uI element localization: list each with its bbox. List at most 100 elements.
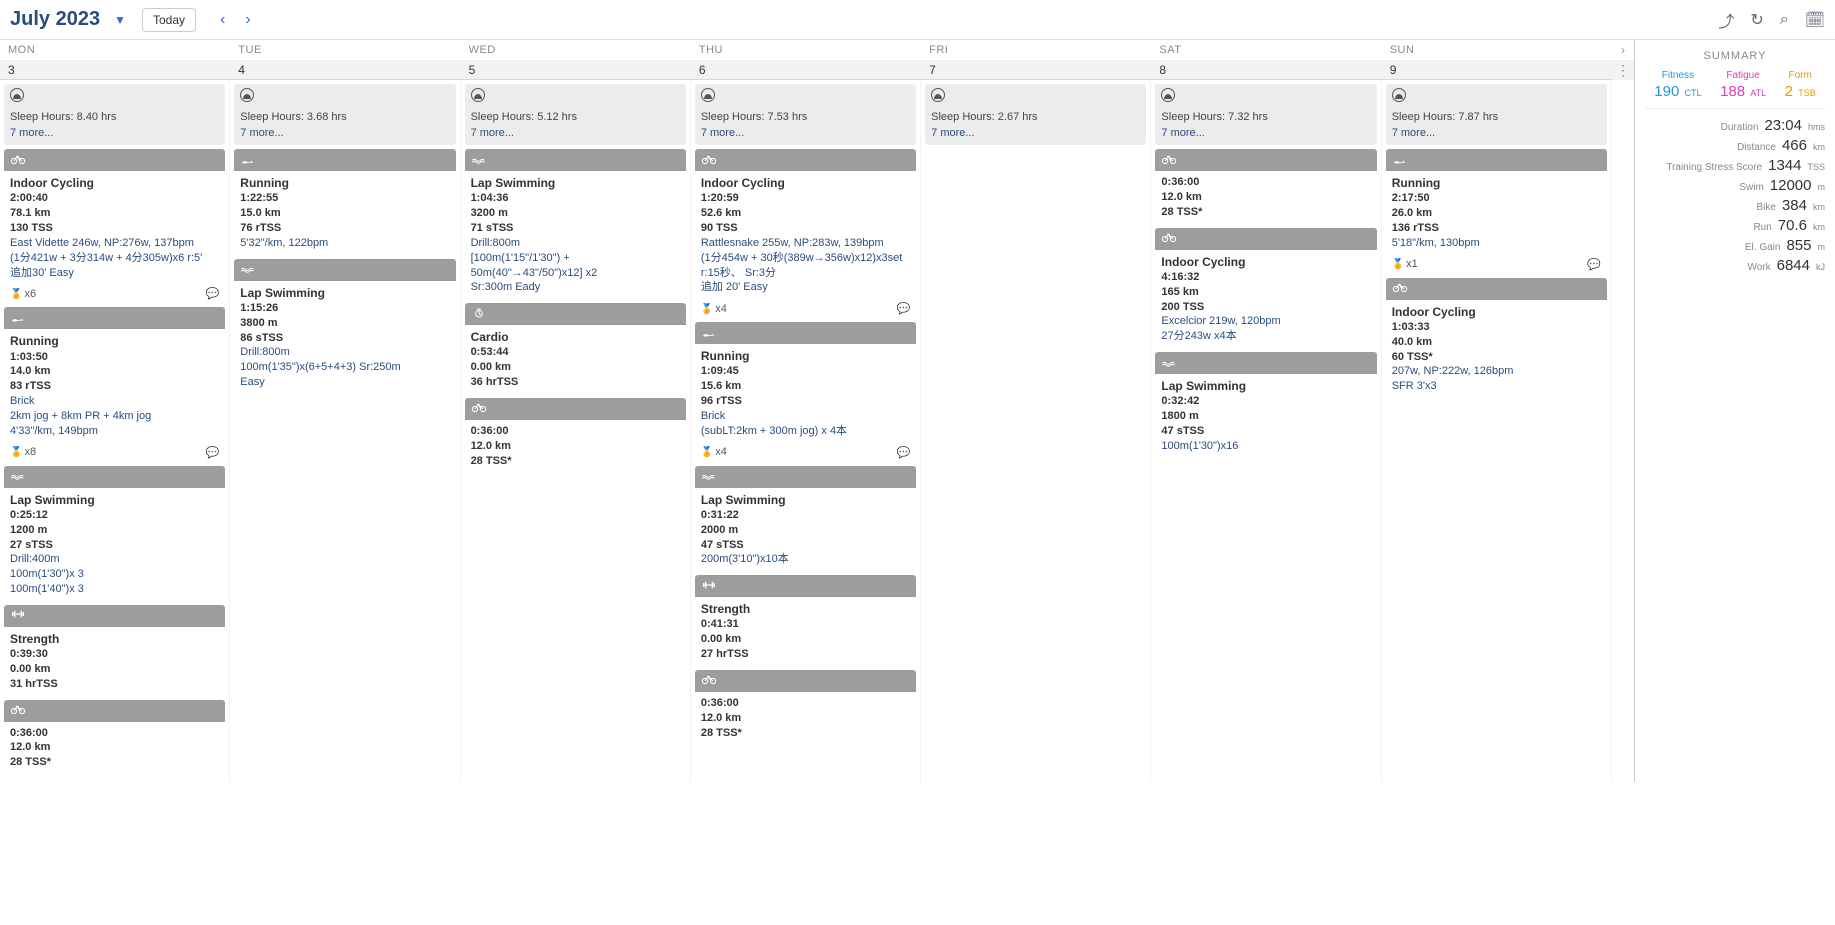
workout-card[interactable]: Indoor Cycling4:16:32165 km200 TSSExcelc… — [1155, 228, 1376, 348]
workout-card[interactable]: Lap Swimming0:32:421800 m47 sTSS100m(1'3… — [1155, 352, 1376, 458]
day-column[interactable]: Sleep Hours: 7.87 hrs7 more...Running2:1… — [1382, 80, 1612, 782]
more-metrics[interactable]: 7 more... — [931, 126, 1140, 141]
comment-icon[interactable] — [206, 446, 220, 459]
date-cell[interactable]: 4 — [230, 61, 460, 80]
more-metrics[interactable]: 7 more... — [1392, 126, 1601, 141]
workout-desc: Drill:400m — [10, 552, 219, 567]
workout-card[interactable]: 0:36:0012.0 km28 TSS* — [465, 398, 686, 473]
more-metrics[interactable]: 7 more... — [471, 126, 680, 141]
workout-card[interactable]: Lap Swimming0:25:121200 m27 sTSSDrill:40… — [4, 466, 225, 601]
search-icon[interactable]: ⌕ — [1780, 11, 1789, 29]
workout-card[interactable]: Lap Swimming1:04:363200 m71 sTSSDrill:80… — [465, 149, 686, 299]
metrics-icon — [1161, 88, 1175, 102]
metrics-card[interactable]: Sleep Hours: 5.12 hrs7 more... — [465, 84, 686, 145]
date-cell[interactable]: 5 — [461, 61, 691, 80]
summary-row-value: 12000 — [1770, 177, 1812, 194]
metrics-card[interactable]: Sleep Hours: 7.53 hrs7 more... — [695, 84, 916, 145]
awards-icon[interactable]: x4 — [701, 446, 727, 458]
expand-week-icon[interactable]: › — [1612, 40, 1634, 60]
metrics-card[interactable]: Sleep Hours: 7.32 hrs7 more... — [1155, 84, 1376, 145]
upload-icon[interactable]: ⤴ — [1718, 8, 1734, 32]
workout-card[interactable]: Indoor Cycling1:20:5952.6 km90 TSSRattle… — [695, 149, 916, 318]
workout-card[interactable]: Strength0:41:310.00 km27 hrTSS — [695, 575, 916, 666]
month-title[interactable]: July 2023 — [10, 8, 100, 31]
more-metrics[interactable]: 7 more... — [240, 126, 449, 141]
workout-tss: 86 sTSS — [240, 331, 449, 346]
summary-row: Distance466km — [1645, 137, 1825, 154]
workout-desc: Rattlesnake 255w, NP:283w, 139bpm — [701, 236, 910, 251]
comment-icon[interactable] — [1587, 258, 1601, 271]
awards-icon[interactable]: x6 — [10, 288, 36, 300]
month-dropdown-icon[interactable]: ▼ — [114, 13, 126, 27]
workout-title: Strength — [701, 601, 910, 617]
awards-icon[interactable]: x8 — [10, 446, 36, 458]
workout-card[interactable]: Running1:09:4515.6 km96 rTSSBrick(subLT:… — [695, 322, 916, 461]
day-column[interactable]: Sleep Hours: 3.68 hrs7 more...Running1:2… — [230, 80, 460, 782]
workout-card[interactable]: 0:36:0012.0 km28 TSS* — [695, 670, 916, 745]
next-arrow-icon[interactable]: › — [235, 11, 260, 29]
workout-title: Lap Swimming — [1161, 378, 1370, 394]
day-column[interactable]: Sleep Hours: 2.67 hrs7 more... — [921, 80, 1151, 782]
awards-icon[interactable]: x4 — [701, 303, 727, 315]
workout-distance: 15.0 km — [240, 206, 449, 221]
summary-row-value: 466 — [1782, 137, 1807, 154]
calendar-area: MONTUEWEDTHUFRISATSUN› 3456789⋮ Sleep Ho… — [0, 40, 1635, 782]
day-column[interactable]: Sleep Hours: 7.32 hrs7 more...0:36:0012.… — [1151, 80, 1381, 782]
workout-distance: 1800 m — [1161, 409, 1370, 424]
date-cell[interactable]: 8 — [1151, 61, 1381, 80]
workout-title: Running — [240, 175, 449, 191]
prev-arrow-icon[interactable]: ‹ — [210, 11, 235, 29]
calendar-settings-icon[interactable]: 🗓︎ — [1805, 10, 1825, 30]
day-column[interactable]: Sleep Hours: 7.53 hrs7 more...Indoor Cyc… — [691, 80, 921, 782]
workout-title: Running — [10, 333, 219, 349]
workout-desc: r:15秒、 Sr:3分 — [701, 266, 910, 281]
comment-icon[interactable] — [206, 287, 220, 300]
workout-card[interactable]: Running2:17:5026.0 km136 rTSS5'18"/km, 1… — [1386, 149, 1607, 274]
metrics-icon — [471, 88, 485, 102]
workout-card[interactable]: Strength0:39:300.00 km31 hrTSS — [4, 605, 225, 696]
workout-card[interactable]: 0:36:0012.0 km28 TSS* — [1155, 149, 1376, 224]
comment-icon[interactable] — [896, 446, 910, 459]
workout-desc: 追加 20' Easy — [701, 280, 910, 295]
week-menu-icon[interactable]: ⋮ — [1612, 61, 1634, 80]
workout-footer: x4 — [695, 299, 916, 318]
workout-card[interactable]: Running1:03:5014.0 km83 rTSSBrick2km jog… — [4, 307, 225, 461]
comment-icon[interactable] — [896, 302, 910, 315]
workout-tss: 83 rTSS — [10, 379, 219, 394]
awards-icon[interactable]: x1 — [1392, 258, 1418, 270]
refresh-icon[interactable]: ↻ — [1750, 10, 1763, 30]
workout-card[interactable]: Indoor Cycling1:03:3340.0 km60 TSS*207w,… — [1386, 278, 1607, 398]
date-cell[interactable]: 3 — [0, 61, 230, 80]
metrics-card[interactable]: Sleep Hours: 3.68 hrs7 more... — [234, 84, 455, 145]
workout-card[interactable]: Indoor Cycling2:00:4078.1 km130 TSSEast … — [4, 149, 225, 303]
metrics-card[interactable]: Sleep Hours: 7.87 hrs7 more... — [1386, 84, 1607, 145]
workout-duration: 1:15:26 — [240, 301, 449, 316]
workout-distance: 3800 m — [240, 316, 449, 331]
workout-header — [1155, 149, 1376, 171]
date-cell[interactable]: 9 — [1382, 61, 1612, 80]
workout-desc: SFR 3'x3 — [1392, 379, 1601, 394]
workout-card[interactable]: Cardio0:53:440.00 km36 hrTSS — [465, 303, 686, 394]
workout-title: Lap Swimming — [10, 492, 219, 508]
more-metrics[interactable]: 7 more... — [1161, 126, 1370, 141]
more-metrics[interactable]: 7 more... — [701, 126, 910, 141]
workout-duration: 1:09:45 — [701, 364, 910, 379]
date-cell[interactable]: 7 — [921, 61, 1151, 80]
dow-header-cell: MON — [0, 40, 230, 60]
workout-desc: Drill:800m — [240, 345, 449, 360]
day-column[interactable]: Sleep Hours: 5.12 hrs7 more...Lap Swimmi… — [461, 80, 691, 782]
workout-card[interactable]: Lap Swimming0:31:222000 m47 sTSS200m(3'1… — [695, 466, 916, 572]
more-metrics[interactable]: 7 more... — [10, 126, 219, 141]
workout-card[interactable]: Lap Swimming1:15:263800 m86 sTSSDrill:80… — [234, 259, 455, 394]
day-column[interactable]: Sleep Hours: 8.40 hrs7 more...Indoor Cyc… — [0, 80, 230, 782]
metrics-card[interactable]: Sleep Hours: 8.40 hrs7 more... — [4, 84, 225, 145]
summary-row-unit: TSS — [1807, 162, 1825, 172]
metrics-card[interactable]: Sleep Hours: 2.67 hrs7 more... — [925, 84, 1146, 145]
today-button[interactable]: Today — [142, 8, 196, 32]
workout-desc: 100m(1'40")x 3 — [10, 582, 219, 597]
week-row: Sleep Hours: 8.40 hrs7 more...Indoor Cyc… — [0, 80, 1634, 782]
workout-card[interactable]: 0:36:0012.0 km28 TSS* — [4, 700, 225, 775]
date-cell[interactable]: 6 — [691, 61, 921, 80]
workout-card[interactable]: Running1:22:5515.0 km76 rTSS5'32"/km, 12… — [234, 149, 455, 255]
topbar: July 2023 ▼ Today ‹ › ⤴ ↻ ⌕ 🗓︎ — [0, 0, 1835, 40]
